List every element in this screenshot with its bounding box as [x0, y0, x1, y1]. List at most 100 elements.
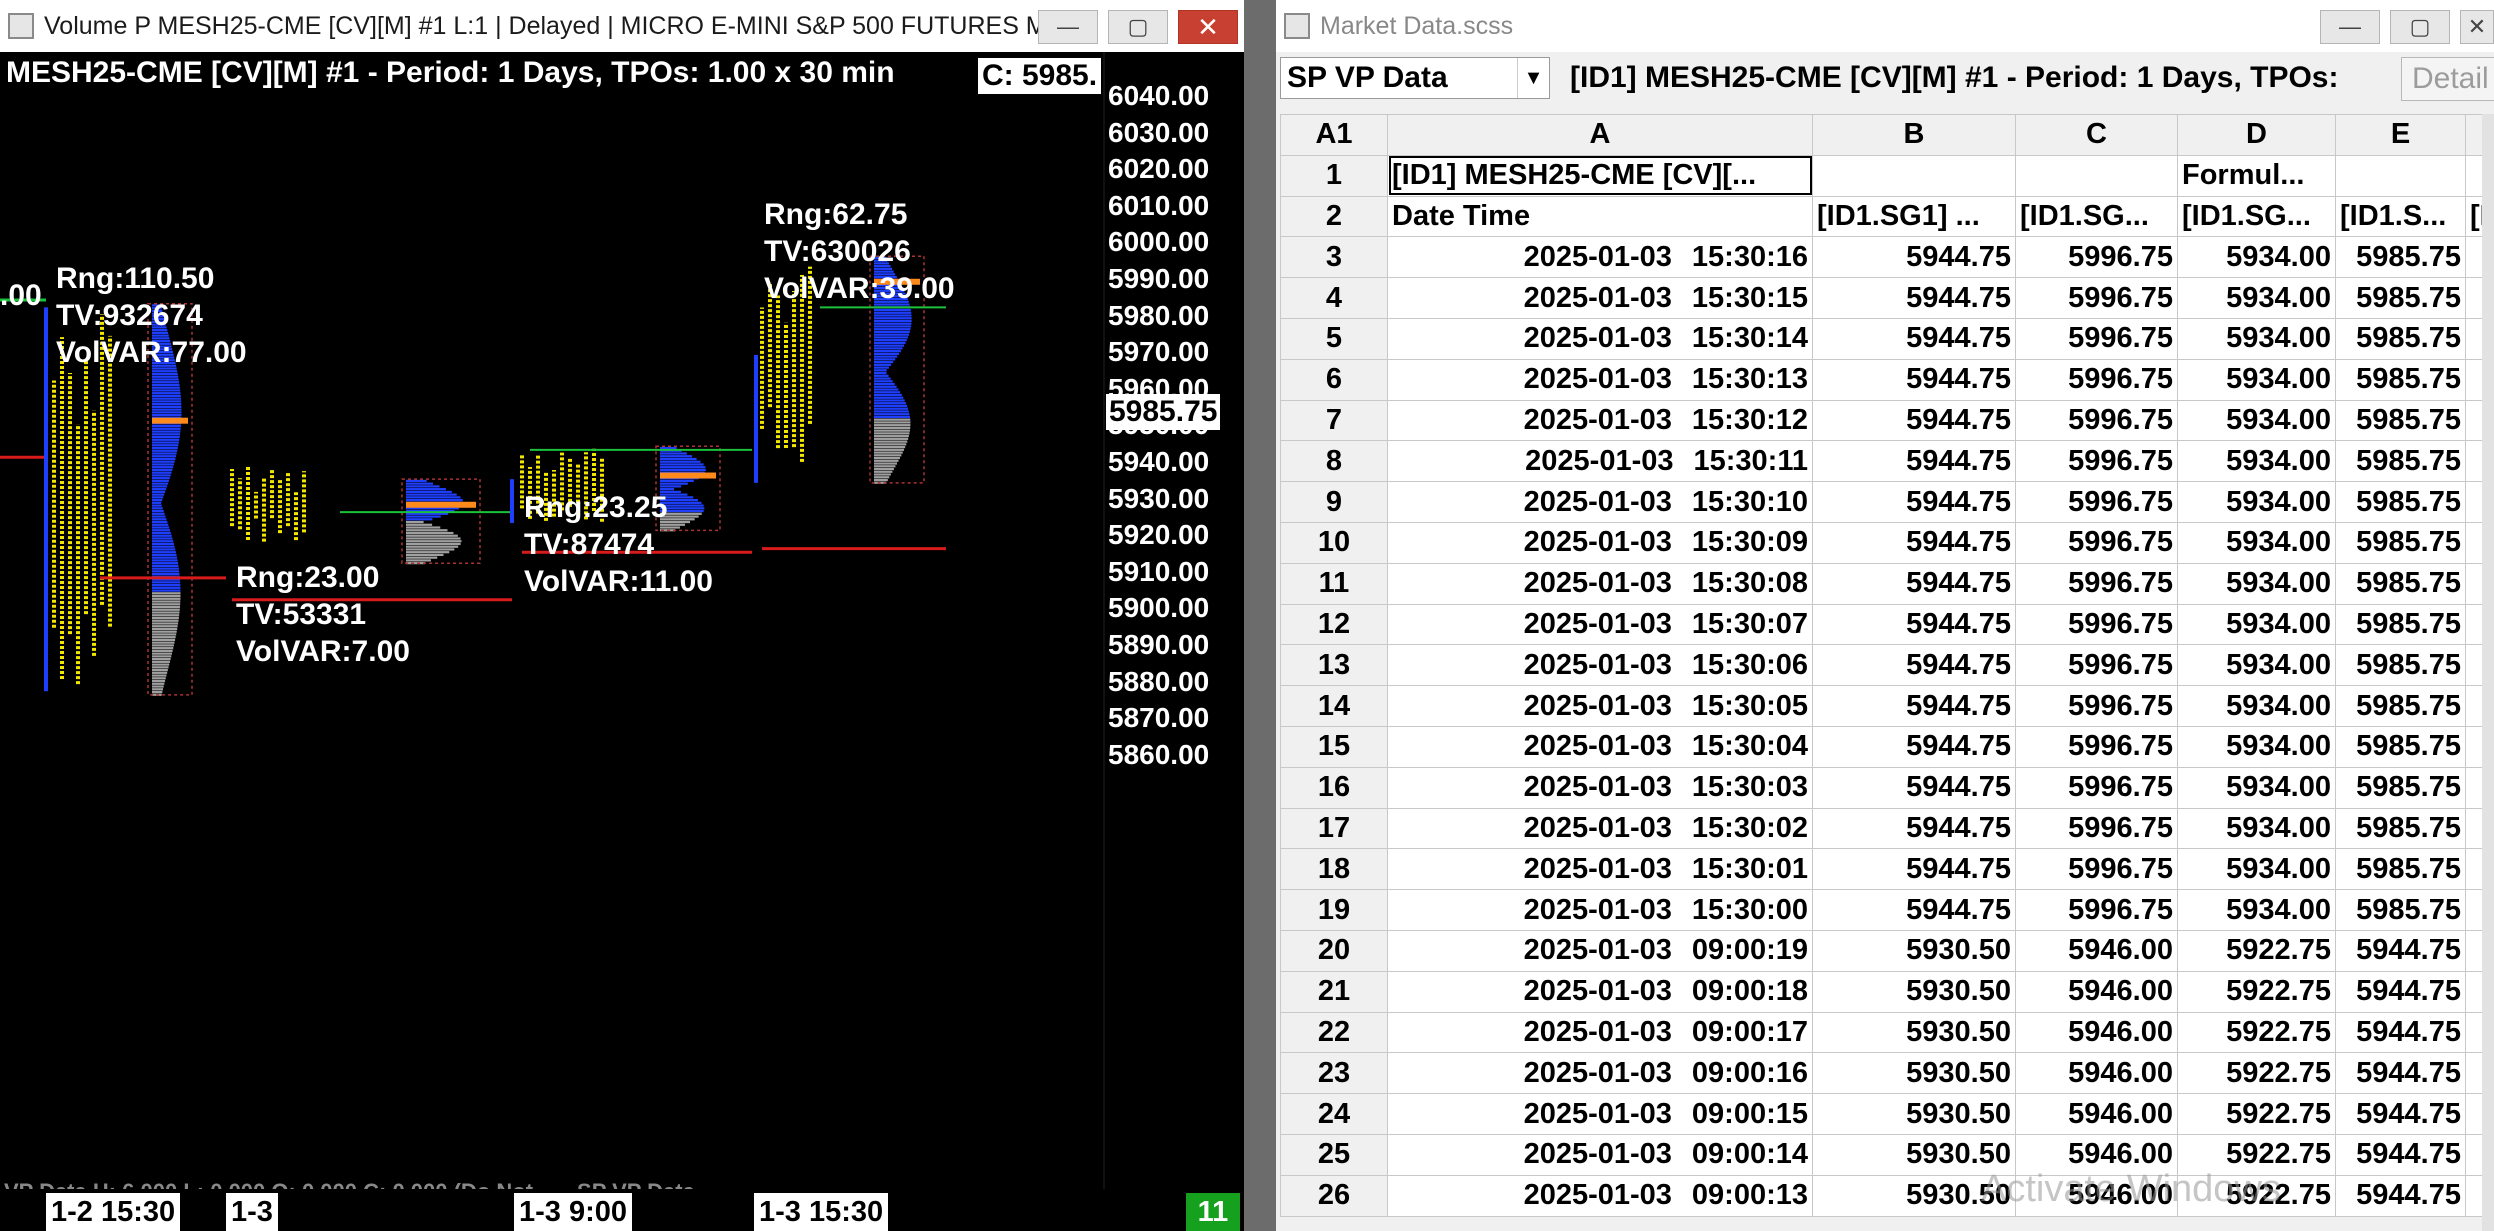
cell-value-c[interactable]: 5996.75 [2015, 644, 2178, 687]
cell-date-time[interactable]: 2025-01-03 15:30:02 [1387, 807, 1813, 850]
row-header[interactable]: 4 [1280, 277, 1388, 319]
cell-value-d[interactable]: 5934.00 [2177, 317, 2336, 360]
cell-value-e[interactable]: 5985.75 [2335, 603, 2466, 646]
cell-e1[interactable] [2335, 154, 2466, 197]
cell-date-time[interactable]: 2025-01-03 15:30:07 [1387, 603, 1813, 646]
chevron-down-icon[interactable]: ▼ [1517, 58, 1549, 98]
row-header[interactable]: 18 [1280, 848, 1388, 891]
cell-value-d[interactable]: 5934.00 [2177, 603, 2336, 646]
cell-date-time[interactable]: 2025-01-03 15:30:08 [1387, 562, 1813, 605]
cell-value-e[interactable]: 5985.75 [2335, 807, 2466, 850]
cell-date-time[interactable]: 2025-01-03 15:30:15 [1387, 277, 1813, 319]
cell-value-e[interactable]: 5944.75 [2335, 1093, 2466, 1135]
cell-value-b[interactable]: 5944.75 [1812, 889, 2016, 931]
row-header[interactable]: 15 [1280, 725, 1388, 768]
cell-value-d[interactable]: 5934.00 [2177, 481, 2336, 523]
column-header-b[interactable]: B [1812, 114, 2016, 156]
row-header[interactable]: 25 [1280, 1133, 1388, 1176]
cell-value-b[interactable]: 5944.75 [1812, 521, 2016, 564]
cell-value-e[interactable]: 5985.75 [2335, 889, 2466, 931]
cell-date-time[interactable]: 2025-01-03 15:30:11 [1387, 440, 1813, 483]
cell-value-b[interactable]: 5944.75 [1812, 481, 2016, 523]
vertical-scrollbar[interactable] [2482, 114, 2494, 1231]
cell-value-e[interactable]: 5985.75 [2335, 562, 2466, 605]
detail-button[interactable]: Detail [2401, 57, 2494, 101]
cell-value-c[interactable]: 5996.75 [2015, 766, 2178, 809]
column-header-d[interactable]: D [2177, 114, 2336, 156]
row-header[interactable]: 17 [1280, 807, 1388, 850]
maximize-button[interactable]: ▢ [1108, 10, 1168, 44]
cell-value-c[interactable]: 5996.75 [2015, 848, 2178, 891]
formula-bar[interactable]: [ID1] MESH25-CME [CV][M] #1 - Period: 1 … [1570, 57, 2430, 99]
cell-value-c[interactable]: 5996.75 [2015, 399, 2178, 442]
minimize-button[interactable]: — [1038, 10, 1098, 44]
cell-a2[interactable]: Date Time [1387, 195, 1813, 238]
cell-value-d[interactable]: 5922.75 [2177, 929, 2336, 972]
cell-date-time[interactable]: 2025-01-03 09:00:14 [1387, 1133, 1813, 1176]
cell-value-b[interactable]: 5930.50 [1812, 929, 2016, 972]
maximize-button[interactable]: ▢ [2390, 10, 2450, 44]
cell-value-b[interactable]: 5944.75 [1812, 277, 2016, 319]
row-header[interactable]: 16 [1280, 766, 1388, 809]
cell-value-b[interactable]: 5944.75 [1812, 358, 2016, 401]
cell-value-e[interactable]: 5985.75 [2335, 521, 2466, 564]
cell-d2[interactable]: [ID1.SG... [2177, 195, 2336, 238]
cell-value-c[interactable]: 5996.75 [2015, 562, 2178, 605]
row-header[interactable]: 1 [1280, 154, 1388, 197]
cell-date-time[interactable]: 2025-01-03 09:00:18 [1387, 970, 1813, 1013]
row-header[interactable]: 20 [1280, 929, 1388, 972]
cell-value-d[interactable]: 5934.00 [2177, 521, 2336, 564]
cell-value-e[interactable]: 5985.75 [2335, 440, 2466, 483]
cell-value-b[interactable]: 5944.75 [1812, 766, 2016, 809]
cell-value-c[interactable]: 5996.75 [2015, 317, 2178, 360]
cell-date-time[interactable]: 2025-01-03 09:00:19 [1387, 929, 1813, 972]
row-header[interactable]: 13 [1280, 644, 1388, 687]
cell-date-time[interactable]: 2025-01-03 15:30:14 [1387, 317, 1813, 360]
cell-c1[interactable] [2015, 154, 2178, 197]
cell-value-d[interactable]: 5934.00 [2177, 685, 2336, 727]
row-header[interactable]: 12 [1280, 603, 1388, 646]
cell-value-e[interactable]: 5985.75 [2335, 725, 2466, 768]
spreadsheet-grid[interactable]: A1 A B C D E 1 [ID1] MESH25-CME [CV][...… [1280, 114, 2494, 1217]
row-header[interactable]: 26 [1280, 1174, 1388, 1217]
cell-date-time[interactable]: 2025-01-03 15:30:01 [1387, 848, 1813, 891]
cell-value-e[interactable]: 5985.75 [2335, 685, 2466, 727]
cell-value-b[interactable]: 5944.75 [1812, 725, 2016, 768]
cell-date-time[interactable]: 2025-01-03 15:30:13 [1387, 358, 1813, 401]
cell-date-time[interactable]: 2025-01-03 15:30:16 [1387, 236, 1813, 279]
cell-value-c[interactable]: 5996.75 [2015, 277, 2178, 319]
cell-value-c[interactable]: 5996.75 [2015, 889, 2178, 931]
cell-value-b[interactable]: 5930.50 [1812, 1052, 2016, 1095]
chart-window-titlebar[interactable]: Volume P MESH25-CME [CV][M] #1 L:1 | Del… [0, 0, 1244, 52]
cell-value-b[interactable]: 5930.50 [1812, 1011, 2016, 1054]
cell-value-b[interactable]: 5930.50 [1812, 1093, 2016, 1135]
cell-value-c[interactable]: 5996.75 [2015, 807, 2178, 850]
cell-value-d[interactable]: 5934.00 [2177, 889, 2336, 931]
row-header[interactable]: 22 [1280, 1011, 1388, 1054]
cell-value-d[interactable]: 5934.00 [2177, 399, 2336, 442]
cell-value-e[interactable]: 5985.75 [2335, 317, 2466, 360]
cell-date-time[interactable]: 2025-01-03 15:30:03 [1387, 766, 1813, 809]
cell-value-b[interactable]: 5944.75 [1812, 685, 2016, 727]
cell-c2[interactable]: [ID1.SG... [2015, 195, 2178, 238]
cell-value-d[interactable]: 5934.00 [2177, 277, 2336, 319]
row-header[interactable]: 9 [1280, 481, 1388, 523]
cell-value-d[interactable]: 5934.00 [2177, 236, 2336, 279]
cell-value-d[interactable]: 5934.00 [2177, 807, 2336, 850]
cell-value-c[interactable]: 5946.00 [2015, 1093, 2178, 1135]
cell-b2[interactable]: [ID1.SG1] ... [1812, 195, 2016, 238]
cell-b1[interactable] [1812, 154, 2016, 197]
cell-value-e[interactable]: 5944.75 [2335, 1011, 2466, 1054]
cell-value-b[interactable]: 5944.75 [1812, 848, 2016, 891]
column-header-e[interactable]: E [2335, 114, 2466, 156]
time-axis[interactable]: 1-2 15:30 1-3 1-3 9:00 1-3 15:30 11 [0, 1189, 1244, 1231]
cell-value-e[interactable]: 5944.75 [2335, 1174, 2466, 1217]
row-header[interactable]: 6 [1280, 358, 1388, 401]
cell-date-time[interactable]: 2025-01-03 15:30:06 [1387, 644, 1813, 687]
cell-value-c[interactable]: 5996.75 [2015, 685, 2178, 727]
spreadsheet-window-titlebar[interactable]: Market Data.scss — ▢ ✕ [1276, 0, 2494, 52]
cell-value-e[interactable]: 5985.75 [2335, 848, 2466, 891]
cell-date-time[interactable]: 2025-01-03 15:30:04 [1387, 725, 1813, 768]
cell-value-c[interactable]: 5946.00 [2015, 1011, 2178, 1054]
row-header[interactable]: 21 [1280, 970, 1388, 1013]
